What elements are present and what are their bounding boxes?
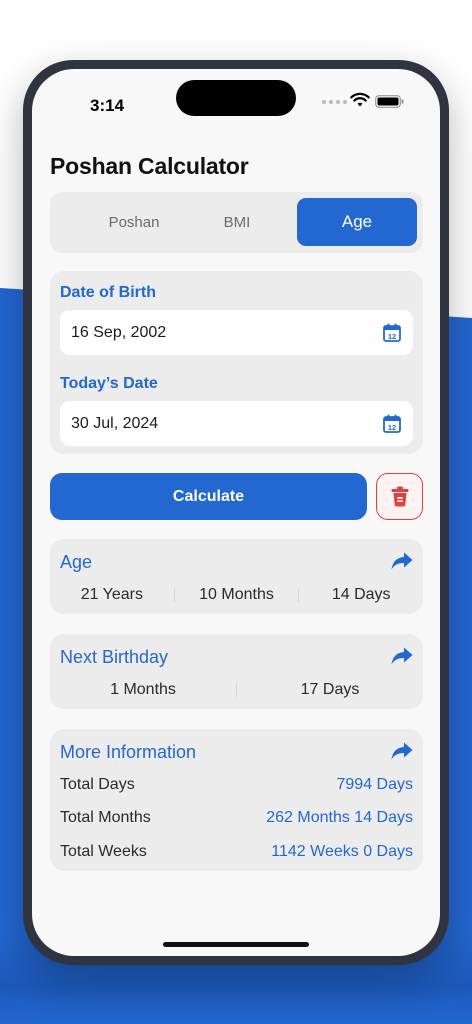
info-value: 7994 Days bbox=[336, 776, 414, 793]
more-information-title: More Information bbox=[60, 742, 197, 762]
trash-icon bbox=[391, 486, 408, 507]
next-birthday-card: Next Birthday 1 Months 17 Days bbox=[50, 634, 423, 709]
calculator-tabs: Poshan BMI Age bbox=[50, 192, 423, 253]
calculate-button[interactable]: Calculate bbox=[50, 473, 367, 520]
dob-label: Date of Birth bbox=[60, 284, 156, 301]
age-result-card: Age 21 Years 10 Months 14 Days bbox=[50, 539, 423, 614]
dob-field[interactable]: 16 Sep, 2002 12 bbox=[60, 310, 413, 355]
info-value: 262 Months 14 Days bbox=[266, 809, 413, 826]
next-birthday-days: 17 Days bbox=[300, 681, 360, 698]
calendar-icon[interactable]: 12 bbox=[383, 414, 401, 433]
share-arrow-icon[interactable] bbox=[391, 552, 413, 570]
app-content: Poshan Calculator Poshan BMI Age Date of… bbox=[32, 69, 440, 956]
info-label: Total Days bbox=[60, 776, 135, 793]
info-value: 1142 Weeks 0 Days bbox=[271, 843, 413, 860]
age-values-row: 21 Years 10 Months 14 Days bbox=[50, 586, 423, 604]
phone-frame: 3:14 Poshan Calculator Poshan BMI Age Da… bbox=[23, 60, 449, 965]
today-value: 30 Jul, 2024 bbox=[71, 414, 159, 432]
dob-value: 16 Sep, 2002 bbox=[71, 323, 167, 341]
next-birthday-title: Next Birthday bbox=[60, 647, 169, 667]
age-title: Age bbox=[60, 552, 93, 572]
tab-poshan[interactable]: Poshan bbox=[74, 198, 194, 246]
info-label: Total Weeks bbox=[60, 843, 147, 860]
date-inputs-card: Date of Birth 16 Sep, 2002 12 Today’s Da… bbox=[50, 271, 423, 454]
today-field[interactable]: 30 Jul, 2024 12 bbox=[60, 401, 413, 446]
info-row-total-days: Total Days 7994 Days bbox=[60, 776, 413, 794]
tab-age[interactable]: Age bbox=[297, 198, 417, 246]
info-row-total-months: Total Months 262 Months 14 Days bbox=[60, 809, 413, 827]
more-information-card: More Information Total Days 7994 Days To… bbox=[50, 729, 423, 871]
share-arrow-icon[interactable] bbox=[391, 647, 413, 665]
tab-bmi[interactable]: BMI bbox=[177, 198, 297, 246]
today-label: Today’s Date bbox=[60, 375, 158, 392]
age-months: 10 Months bbox=[199, 586, 274, 603]
next-birthday-values-row: 1 Months 17 Days bbox=[50, 681, 423, 699]
home-indicator[interactable] bbox=[163, 942, 309, 947]
calendar-icon-text: 12 bbox=[388, 332, 396, 341]
info-label: Total Months bbox=[60, 809, 151, 826]
calendar-icon-text: 12 bbox=[388, 423, 396, 432]
calendar-icon[interactable]: 12 bbox=[383, 323, 401, 342]
page-title: Poshan Calculator bbox=[50, 153, 249, 179]
next-birthday-months: 1 Months bbox=[110, 681, 176, 698]
age-years: 21 Years bbox=[80, 586, 143, 603]
share-arrow-icon[interactable] bbox=[391, 742, 413, 760]
age-days: 14 Days bbox=[331, 586, 391, 603]
phone-screen: 3:14 Poshan Calculator Poshan BMI Age Da… bbox=[32, 69, 440, 956]
info-row-total-weeks: Total Weeks 1142 Weeks 0 Days bbox=[60, 843, 413, 861]
clear-button[interactable] bbox=[376, 473, 423, 520]
